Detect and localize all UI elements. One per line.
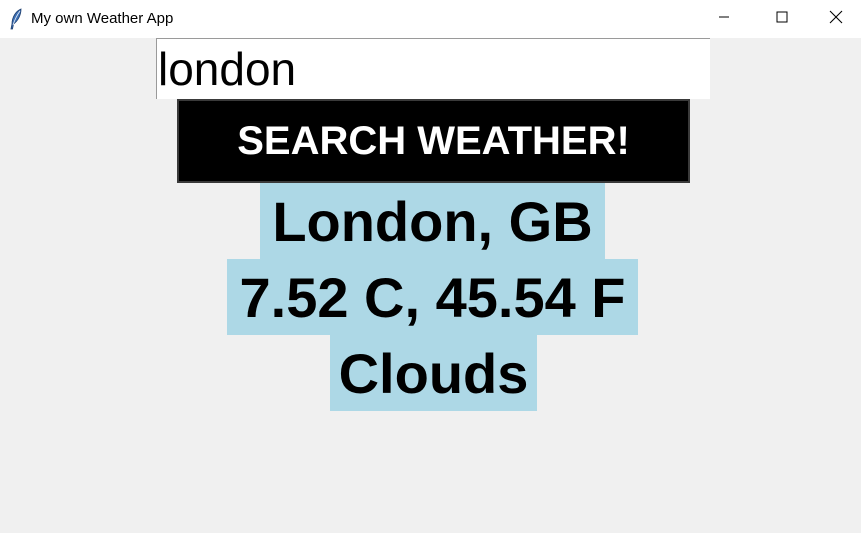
- close-button[interactable]: [811, 0, 861, 38]
- app-window: My own Weather App SEARCH WEATHER! Londo…: [0, 0, 861, 533]
- search-weather-button[interactable]: SEARCH WEATHER!: [177, 99, 690, 183]
- condition-label: Clouds: [330, 335, 537, 411]
- maximize-icon: [776, 10, 788, 28]
- close-icon: [829, 10, 843, 29]
- city-search-input[interactable]: [156, 38, 710, 99]
- main-content: SEARCH WEATHER! London, GB 7.52 C, 45.54…: [0, 38, 861, 533]
- window-title: My own Weather App: [31, 10, 174, 27]
- minimize-button[interactable]: [695, 0, 753, 38]
- maximize-button[interactable]: [753, 0, 811, 38]
- feather-icon: [8, 8, 24, 30]
- title-bar[interactable]: My own Weather App: [0, 0, 861, 38]
- location-label: London, GB: [260, 183, 605, 259]
- temperature-label: 7.52 C, 45.54 F: [227, 259, 638, 335]
- minimize-icon: [718, 10, 730, 28]
